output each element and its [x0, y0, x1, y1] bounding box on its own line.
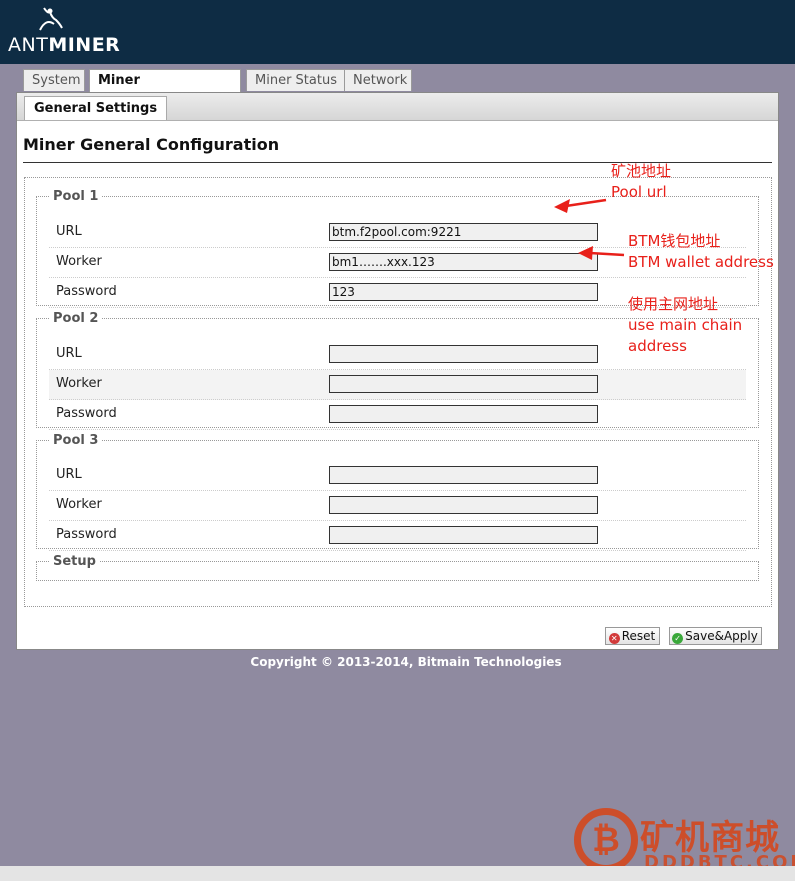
- cancel-icon: ✕: [608, 633, 620, 644]
- tab-system[interactable]: System: [23, 69, 85, 91]
- pool-3-url-input[interactable]: [329, 466, 598, 484]
- pool-2-legend: Pool 2: [53, 311, 99, 326]
- pool-3-worker-input[interactable]: [329, 496, 598, 514]
- pool-3-fieldset: Pool 3 URL Worker Password: [36, 433, 759, 551]
- pool-1-password-label: Password: [56, 284, 117, 299]
- pool-1-url-label: URL: [56, 224, 82, 239]
- tab-network[interactable]: Network: [344, 69, 412, 91]
- page-title: Miner General Configuration: [23, 135, 280, 154]
- copyright-text: Copyright © 2013-2014, Bitmain Technolog…: [250, 655, 562, 669]
- subtab-bar: General Settings: [17, 93, 778, 121]
- tab-miner-configuration[interactable]: Miner Configuration: [89, 69, 241, 110]
- annotation-wallet: BTM钱包地址 BTM wallet address: [628, 231, 774, 273]
- pool-2-worker-input[interactable]: [329, 375, 598, 393]
- pool-1-worker-label: Worker: [56, 254, 102, 269]
- pool-3-url-label: URL: [56, 467, 82, 482]
- annotation-mainchain-en1: use main chain: [628, 316, 743, 334]
- pool-1-url-input[interactable]: [329, 223, 598, 241]
- annotation-pool-url-cn: 矿池地址: [611, 162, 672, 180]
- pool-2-worker-label: Worker: [56, 376, 102, 391]
- setup-fieldset[interactable]: Setup: [36, 554, 759, 581]
- pool-3-password-label: Password: [56, 527, 117, 542]
- annotation-pool-url: 矿池地址 Pool url: [611, 161, 671, 203]
- arrow-left-icon: [554, 198, 607, 213]
- pool-1-worker-input[interactable]: [329, 253, 598, 271]
- pool-2-worker-row: Worker: [49, 370, 746, 400]
- pool-3-url-row: URL: [49, 461, 746, 491]
- brand-logo: ANTMINER: [8, 34, 120, 56]
- pool-2-password-row: Password: [49, 400, 746, 430]
- save-label: Save&Apply: [685, 629, 758, 643]
- annotation-mainchain: 使用主网地址 use main chain address: [628, 294, 742, 357]
- pool-3-worker-row: Worker: [49, 491, 746, 521]
- pool-3-password-row: Password: [49, 521, 746, 551]
- brand-prefix: ANT: [8, 34, 49, 56]
- pool-3-legend: Pool 3: [53, 433, 99, 448]
- check-icon: ✓: [672, 633, 684, 644]
- annotation-mainchain-cn: 使用主网地址: [628, 295, 719, 313]
- annotation-wallet-cn: BTM钱包地址: [628, 232, 721, 250]
- pool-2-password-label: Password: [56, 406, 117, 421]
- annotation-wallet-en: BTM wallet address: [628, 253, 774, 271]
- bitcoin-coin-icon: ₿: [574, 808, 638, 872]
- pool-1-password-input[interactable]: [329, 283, 598, 301]
- pool-3-worker-label: Worker: [56, 497, 102, 512]
- annotation-pool-url-en: Pool url: [611, 183, 667, 201]
- pool-3-password-input[interactable]: [329, 526, 598, 544]
- pool-1-legend: Pool 1: [53, 189, 99, 204]
- reset-label: Reset: [621, 629, 656, 643]
- app-header: ANTMINER: [0, 0, 795, 64]
- pool-2-url-input[interactable]: [329, 345, 598, 363]
- pool-2-password-input[interactable]: [329, 405, 598, 423]
- arrow-left-icon: [578, 246, 625, 260]
- antenna-logo-icon: [39, 7, 63, 31]
- annotation-mainchain-en2: address: [628, 337, 687, 355]
- brand-suffix: MINER: [48, 34, 121, 56]
- pool-2-url-label: URL: [56, 346, 82, 361]
- reset-button[interactable]: ✕ Reset: [605, 627, 660, 645]
- horizontal-scrollbar[interactable]: [0, 866, 795, 881]
- setup-legend: Setup: [53, 554, 96, 569]
- subtab-general-settings[interactable]: General Settings: [24, 96, 168, 120]
- save-apply-button[interactable]: ✓ Save&Apply: [669, 627, 762, 645]
